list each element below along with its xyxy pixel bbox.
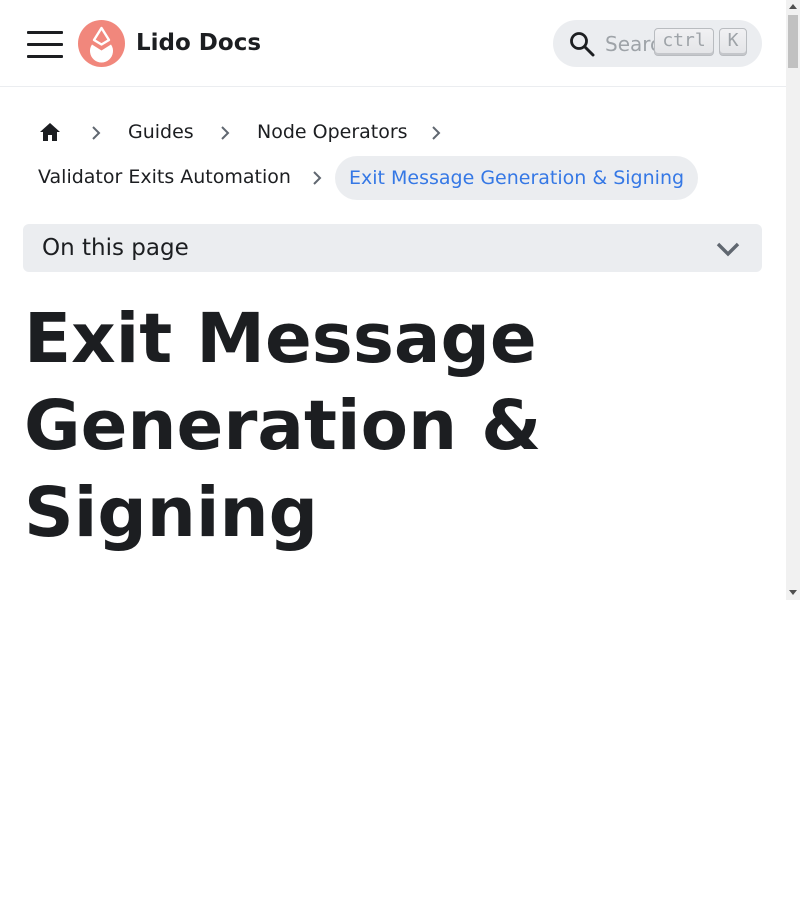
home-icon[interactable]	[38, 120, 62, 144]
docs-viewport: Lido Docs Search ctrl K Guides Node Oper…	[0, 0, 786, 600]
scroll-up-arrow-icon[interactable]	[789, 4, 797, 9]
chevron-right-icon	[313, 171, 322, 185]
breadcrumb-item-validator-exits-automation[interactable]: Validator Exits Automation	[24, 155, 305, 199]
chevron-right-icon	[92, 126, 101, 140]
lido-logo-icon[interactable]	[78, 20, 125, 67]
hamburger-icon-bar	[27, 31, 63, 34]
search-button[interactable]: Search ctrl K	[553, 20, 762, 67]
menu-toggle-button[interactable]	[27, 29, 63, 59]
scroll-down-arrow-icon[interactable]	[789, 590, 797, 595]
on-this-page-label: On this page	[42, 235, 189, 261]
breadcrumb-item-node-operators[interactable]: Node Operators	[243, 110, 422, 154]
navbar: Lido Docs Search ctrl K	[0, 0, 786, 87]
chevron-right-icon	[432, 126, 441, 140]
breadcrumb-item-guides[interactable]: Guides	[114, 110, 208, 154]
hamburger-icon-bar	[27, 43, 63, 46]
shortcut-key-k: K	[719, 28, 747, 56]
on-this-page-toggle[interactable]: On this page	[23, 224, 762, 272]
chevron-down-icon	[716, 242, 740, 257]
chevron-right-icon	[221, 126, 230, 140]
hamburger-icon-bar	[27, 55, 63, 58]
search-placeholder: Search	[605, 32, 657, 56]
page-title: Exit Message Generation & Signing	[24, 299, 542, 553]
shortcut-key-ctrl: ctrl	[654, 28, 714, 56]
breadcrumb-item-current: Exit Message Generation & Signing	[335, 156, 699, 200]
vertical-scrollbar[interactable]	[786, 0, 800, 600]
brand-title[interactable]: Lido Docs	[136, 27, 261, 59]
search-icon	[570, 32, 595, 57]
scrollbar-thumb[interactable]	[788, 15, 798, 68]
